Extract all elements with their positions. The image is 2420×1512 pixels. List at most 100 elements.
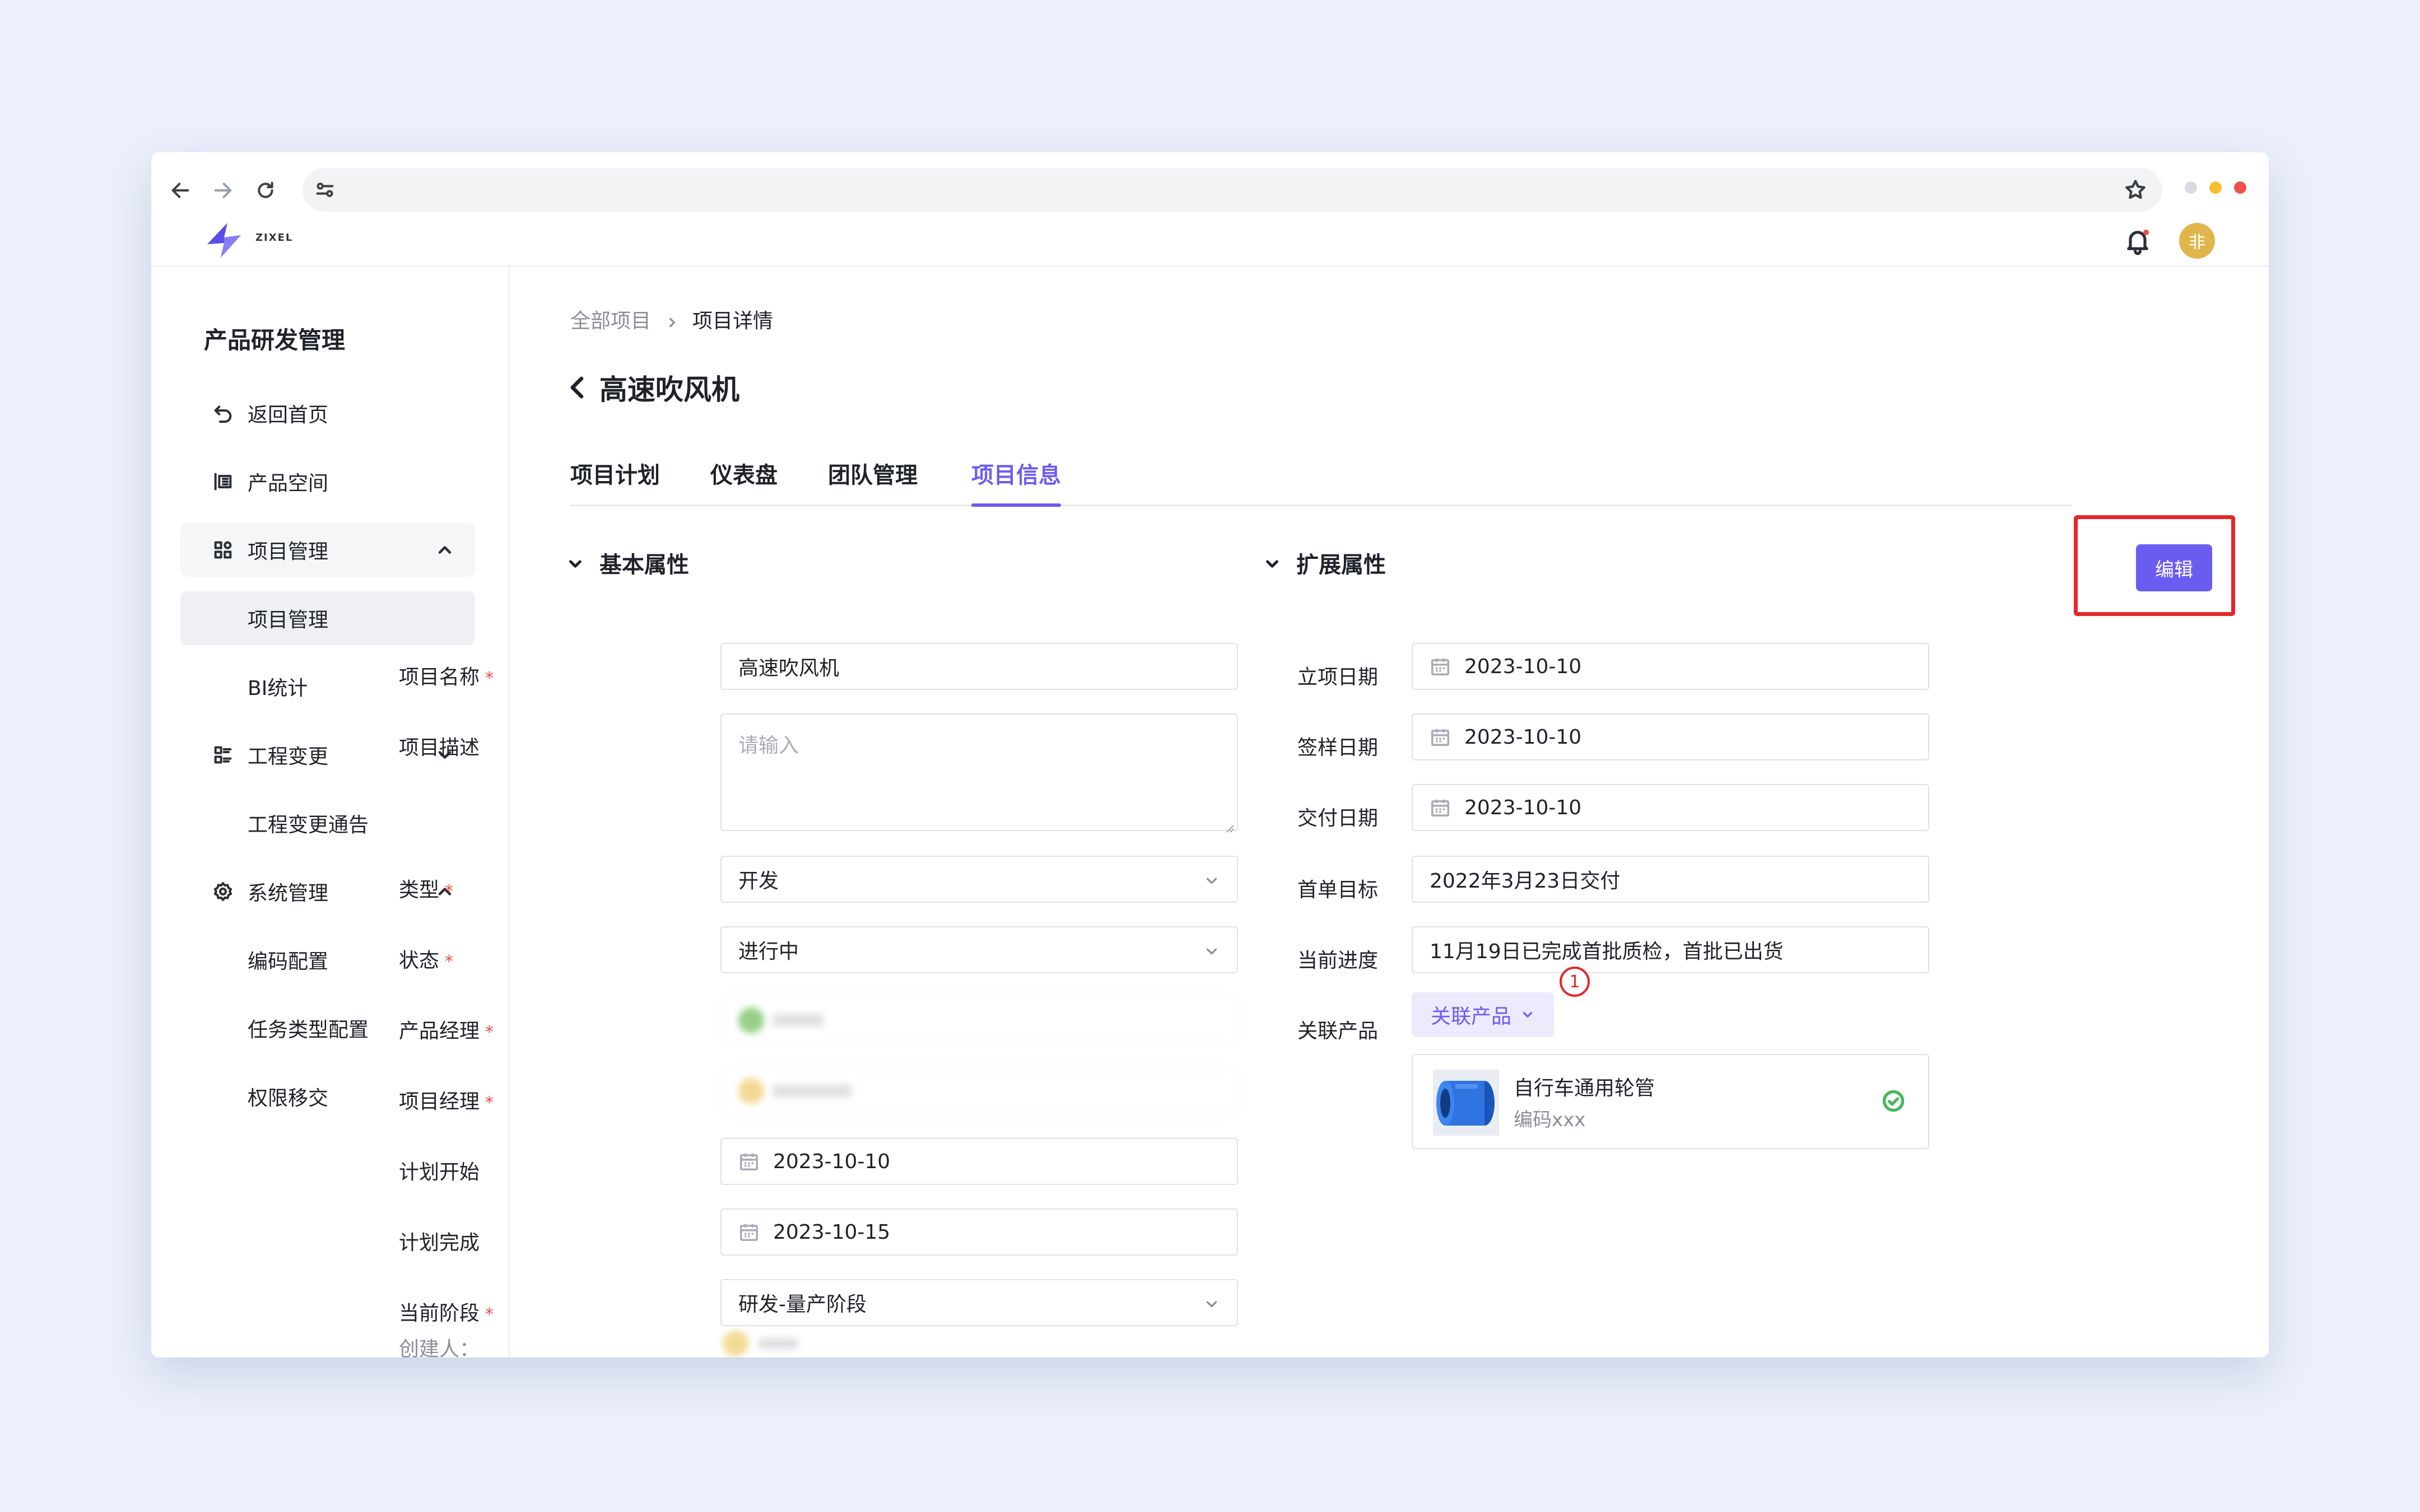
sidebar-item-label: 项目管理: [248, 609, 329, 632]
first-order-label: 首单目标: [1297, 879, 1379, 902]
sidebar-item-label: 权限移交: [248, 1087, 329, 1110]
product-code: 编码xxx: [1514, 1109, 1586, 1131]
user-avatar[interactable]: 非: [2179, 223, 2215, 259]
breadcrumb-parent[interactable]: 全部项目: [570, 305, 651, 334]
sidebar-item-label: 项目管理: [248, 540, 329, 563]
change-list-icon: [212, 744, 234, 766]
resize-handle-icon[interactable]: [1222, 815, 1235, 833]
tab-project-info[interactable]: 项目信息: [971, 457, 1061, 507]
calendar-icon: [1430, 726, 1451, 748]
extended-section-header[interactable]: 扩展属性: [1263, 547, 1386, 579]
product-manager-select[interactable]: [720, 997, 1238, 1044]
creator-avatar: [723, 1331, 748, 1356]
start-date-label: 立项日期: [1297, 666, 1379, 689]
sidebar-item-label: BI统计: [248, 677, 308, 700]
type-label: 类型 *: [399, 879, 454, 902]
site-settings-icon[interactable]: [314, 179, 336, 201]
tab-team-management[interactable]: 团队管理: [828, 457, 918, 505]
user-chip: [738, 1078, 851, 1104]
start-date-picker[interactable]: 2023-10-10: [1412, 643, 1929, 690]
product-space-icon: [212, 470, 234, 493]
forward-arrow-icon[interactable]: [206, 174, 240, 207]
sidebar-item-label: 工程变更: [248, 745, 329, 768]
project-desc-textarea[interactable]: 请输入: [720, 713, 1238, 833]
window-dot-red[interactable]: [2234, 181, 2246, 194]
related-product-button[interactable]: 关联产品: [1412, 992, 1555, 1037]
blurred-name: [773, 1014, 823, 1026]
sidebar-item-home[interactable]: 返回首页: [180, 386, 475, 440]
project-name-input[interactable]: 高速吹风机: [720, 643, 1238, 690]
breadcrumb: 全部项目 项目详情: [570, 305, 773, 334]
sidebar-group-project[interactable]: 项目管理: [180, 523, 475, 577]
chevron-down-icon: [1203, 871, 1220, 888]
tab-dashboard[interactable]: 仪表盘: [710, 457, 778, 505]
status-label: 状态 *: [399, 949, 454, 972]
creator-label: 创建人：: [399, 1338, 480, 1357]
window-controls: [2185, 181, 2246, 194]
product-name: 自行车通用轮管: [1514, 1077, 1655, 1100]
chevron-down-icon: [1263, 553, 1282, 572]
return-icon: [212, 402, 234, 424]
app-header: ZIXEL 非: [151, 215, 2269, 267]
breadcrumb-current: 项目详情: [692, 310, 774, 333]
blurred-name: [758, 1338, 798, 1349]
current-stage-select[interactable]: 研发-量产阶段: [720, 1279, 1238, 1326]
project-name-label: 项目名称 *: [399, 666, 494, 689]
creator-chip: [723, 1331, 798, 1356]
project-desc-label: 项目描述: [399, 736, 480, 759]
user-chip: [738, 1007, 823, 1033]
back-chevron-icon[interactable]: [566, 374, 588, 401]
deliver-date-picker[interactable]: 2023-10-10: [1412, 784, 1929, 831]
sidebar-item-label: 产品空间: [248, 472, 329, 495]
annotation-number-badge: 1: [1560, 967, 1590, 997]
tab-project-plan[interactable]: 项目计划: [570, 457, 660, 505]
plan-start-datepicker[interactable]: 2023-10-10: [720, 1138, 1238, 1185]
sidebar-item-label: 系统管理: [248, 882, 329, 905]
zixel-logo-icon[interactable]: [202, 217, 249, 262]
progress-label: 当前进度: [1297, 949, 1379, 972]
sample-date-picker[interactable]: 2023-10-10: [1412, 713, 1929, 760]
logo-text: ZIXEL: [255, 232, 294, 244]
chevron-right-icon: [664, 312, 679, 328]
project-manager-select[interactable]: [720, 1067, 1238, 1114]
sidebar-item-label: 返回首页: [248, 404, 329, 427]
calendar-icon: [1430, 797, 1451, 818]
back-arrow-icon[interactable]: [164, 174, 197, 207]
chevron-up-icon[interactable]: [435, 540, 455, 560]
first-order-input[interactable]: 2022年3月23日交付: [1412, 856, 1929, 903]
address-bar[interactable]: [302, 168, 2162, 212]
basic-section-title: 基本属性: [599, 552, 689, 578]
status-select[interactable]: 进行中: [720, 926, 1238, 973]
reload-icon[interactable]: [249, 174, 282, 207]
sidebar-item-product-space[interactable]: 产品空间: [180, 455, 475, 508]
plan-end-datepicker[interactable]: 2023-10-15: [720, 1208, 1238, 1256]
user-avatar: [738, 1078, 764, 1104]
related-product-card[interactable]: 自行车通用轮管 编码xxx: [1412, 1054, 1929, 1149]
user-avatar: [738, 1007, 764, 1033]
check-circle-icon: [1881, 1089, 1906, 1113]
sidebar-item-project-management[interactable]: 项目管理: [180, 591, 475, 645]
product-thumbnail: [1433, 1070, 1499, 1136]
notification-bell-icon[interactable]: [2123, 226, 2152, 255]
basic-section-header[interactable]: 基本属性: [566, 547, 689, 579]
sidebar-item-label: 编码配置: [248, 950, 329, 973]
window-dot-yellow[interactable]: [2209, 181, 2222, 194]
sidebar-item-change-notice[interactable]: 工程变更通告: [180, 796, 475, 850]
settings-gear-icon: [212, 880, 234, 903]
bookmark-star-icon[interactable]: [2123, 178, 2148, 202]
window-dot-gray[interactable]: [2185, 181, 2197, 194]
type-select[interactable]: 开发: [720, 856, 1238, 903]
calendar-icon: [738, 1221, 760, 1243]
edit-button[interactable]: 编辑: [2136, 544, 2212, 591]
page-title-row: 高速吹风机: [566, 367, 739, 408]
progress-input[interactable]: 11月19日已完成首批质检，首批已出货: [1412, 926, 1929, 973]
calendar-icon: [1430, 656, 1451, 677]
chevron-down-icon: [1203, 942, 1220, 959]
plan-start-label: 计划开始: [399, 1161, 480, 1184]
page-title: 高速吹风机: [599, 374, 739, 406]
extended-section-title: 扩展属性: [1296, 552, 1386, 578]
sidebar-item-label: 任务类型配置: [248, 1019, 369, 1042]
sample-date-label: 签样日期: [1297, 736, 1379, 759]
deliver-date-label: 交付日期: [1297, 807, 1379, 830]
notification-dot: [2143, 230, 2149, 235]
